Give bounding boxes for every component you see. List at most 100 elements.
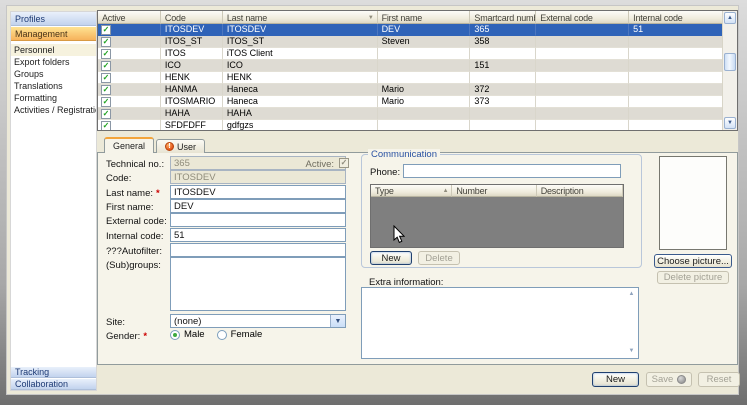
sidebar-item[interactable]: Translations [11,80,96,92]
tab-general-label: General [113,141,145,151]
table-row[interactable]: ✓HENKHENK [98,72,723,84]
gender-radio-female[interactable]: Female [217,329,263,340]
cell-smartcard [470,72,536,84]
radio-icon[interactable] [170,330,180,340]
table-row[interactable]: ✓ HAHAHAHA [98,108,723,120]
choose-picture-button[interactable]: Choose picture... [654,254,732,268]
general-detail-panel: Technical no.: Active: ✓ Code: Last name… [97,152,738,365]
technical-no-label: Technical no.: [106,159,164,170]
table-row[interactable]: ✓ICOICO151 [98,60,723,72]
cell-smartcard: 372 [470,84,536,96]
delete-picture-button: Delete picture [657,271,729,284]
table-row[interactable]: ✓ITOSMARIOHanecaMario373 [98,96,723,108]
grid-column-header[interactable]: Internal code [629,11,723,24]
sidebar-item[interactable]: Groups [11,68,96,80]
autofilter-field[interactable] [170,243,346,257]
tab-general[interactable]: General [104,137,154,153]
active-label: Active: [296,159,334,170]
table-row[interactable]: ✓HANMAHanecaMario372 [98,84,723,96]
checkbox-checked-icon[interactable]: ✓ [101,73,111,83]
external-code-field[interactable] [170,213,346,227]
cell-external-code [536,24,629,36]
personnel-grid: ActiveCodeLast name▼First nameSmartcard … [97,10,738,131]
scroll-down-icon[interactable]: ▼ [724,117,736,129]
save-status-icon [677,375,686,384]
table-row[interactable]: ✓ITOSDEVITOSDEVDEV36551 [98,24,723,36]
scrollbar-thumb[interactable] [724,53,736,71]
grid-column-header[interactable]: External code [536,11,629,24]
footer-new-button[interactable]: New [592,372,639,387]
sidebar-section-collaboration[interactable]: Collaboration [11,379,96,390]
table-row[interactable]: ✓ITOS_STITOS_STSteven358 [98,36,723,48]
scroll-up-icon[interactable]: ▲ [724,12,736,24]
checkbox-checked-icon[interactable]: ✓ [101,85,111,95]
checkbox-checked-icon[interactable]: ✓ [101,25,111,35]
subgroups-field[interactable] [170,257,346,311]
grid-column-header[interactable]: Code [161,11,223,24]
cell-code: ITOS [161,48,223,60]
last-name-field[interactable] [170,185,346,199]
table-row[interactable]: ✓SFDFDFFgdfgzs [98,120,723,130]
grid-body: ✓ITOSDEVITOSDEVDEV36551✓ITOS_STITOS_STSt… [98,24,723,130]
sidebar-item[interactable]: Activities / Registrations [11,104,96,116]
cell-smartcard: 358 [470,36,536,48]
checkbox-checked-icon[interactable]: ✓ [101,121,111,131]
scroll-up-icon[interactable]: ▲ [626,289,637,300]
cell-smartcard [470,120,536,130]
cell-internal-code [629,108,723,120]
radio-label: Female [231,329,263,340]
cell-external-code [536,108,629,120]
grid-column-header[interactable]: Last name▼ [223,11,378,24]
communication-new-button[interactable]: New [370,251,412,265]
cell-internal-code [629,120,723,130]
cell-first-name [378,108,471,120]
grid-column-header[interactable]: First name [378,11,471,24]
tab-user[interactable]: ! User [156,139,205,153]
radio-icon[interactable] [217,330,227,340]
subgroups-label: (Sub)groups: [106,260,161,271]
cell-internal-code [629,36,723,48]
tab-user-label: User [177,142,196,152]
cell-first-name: Steven [378,36,471,48]
comm-column-header[interactable]: Type▲ [371,185,452,197]
table-row[interactable]: ✓ITOSiTOS Client [98,48,723,60]
sidebar-item[interactable]: Export folders [11,56,96,68]
cell-code: HAHA [161,108,223,120]
checkbox-checked-icon[interactable]: ✓ [101,49,111,59]
checkbox-checked-icon[interactable]: ✓ [101,61,111,71]
cell-last-name: Haneca [223,96,378,108]
communication-table[interactable]: Type▲NumberDescription [370,184,624,248]
first-name-field[interactable] [170,199,346,213]
scroll-down-icon[interactable]: ▼ [626,346,637,357]
required-asterisk: * [156,188,160,199]
checkbox-checked-icon[interactable]: ✓ [101,109,111,119]
site-dropdown[interactable]: (none) ▼ [170,314,346,328]
cell-last-name: ITOS_ST [223,36,378,48]
checkbox-checked-icon[interactable]: ✓ [101,37,111,47]
sidebar-item[interactable]: Formatting [11,92,96,104]
phone-field[interactable] [403,164,621,178]
cell-code: ITOSMARIO [161,96,223,108]
cell-first-name [378,60,471,72]
sidebar-section-tracking[interactable]: Tracking [11,367,96,378]
grid-column-header[interactable]: Active [98,11,161,24]
cell-external-code [536,60,629,72]
comm-column-header[interactable]: Description [537,185,623,197]
cell-last-name: HAHA [223,108,378,120]
sidebar-item[interactable]: Personnel [11,44,96,56]
sidebar-section-profiles[interactable]: Profiles [11,12,96,26]
sidebar-section-management[interactable]: Management [11,27,96,41]
cell-code: HENK [161,72,223,84]
comm-column-header[interactable]: Number [452,185,536,197]
chevron-down-icon[interactable]: ▼ [330,315,345,327]
cell-internal-code [629,84,723,96]
grid-column-header[interactable]: Smartcard number [470,11,536,24]
cell-last-name: gdfgzs [223,120,378,130]
internal-code-field[interactable] [170,228,346,242]
footer-save-button: Save [646,372,692,387]
grid-header-row: ActiveCodeLast name▼First nameSmartcard … [98,11,723,24]
grid-vertical-scrollbar[interactable]: ▲ ▼ [722,11,737,130]
checkbox-checked-icon[interactable]: ✓ [101,97,111,107]
gender-radio-male[interactable]: Male [170,329,205,340]
extra-information-field[interactable] [361,287,639,359]
